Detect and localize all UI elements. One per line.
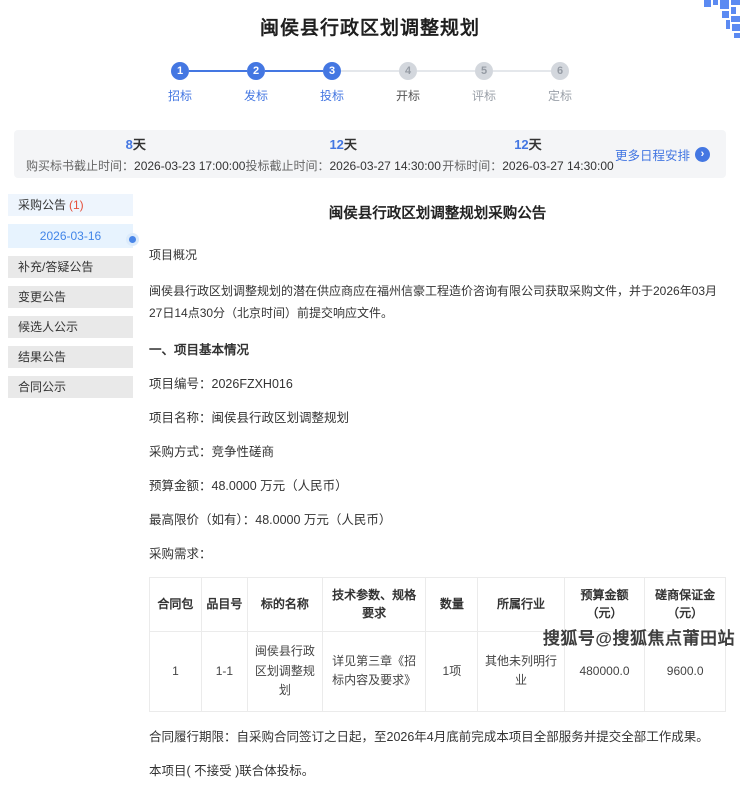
- field-procurement-method: 采购方式：竞争性磋商: [149, 441, 726, 460]
- contract-term-text: 合同履行期限：自采购合同签订之日起，至2026年4月底前完成本项目全部服务并提交…: [149, 726, 726, 745]
- joint-bid-text: 本项目( 不接受 )联合体投标。: [149, 760, 726, 779]
- field-price-ceiling-value: 48.0000 万元（人民币）: [255, 513, 391, 527]
- schedule-open-time: 12天 开标时间：2026-03-27 14:30:00: [441, 134, 615, 174]
- header-tech-specs: 技术参数、规格要求: [322, 577, 426, 631]
- schedule-open-when: 开标时间：2026-03-27 14:30:00: [441, 157, 615, 174]
- chevron-right-circle-icon: ›: [695, 147, 710, 162]
- field-project-number-label: 项目编号：: [149, 377, 212, 391]
- step-4-label: 开标: [396, 87, 420, 104]
- field-budget-amount: 预算金额：48.0000 万元（人民币）: [149, 475, 726, 494]
- schedule-buy-days-unit: 天: [133, 137, 146, 152]
- field-budget-amount-value: 48.0000 万元（人民币）: [212, 479, 348, 493]
- field-project-name: 项目名称：闽侯县行政区划调整规划: [149, 407, 726, 426]
- schedule-bid-days: 12天: [245, 134, 440, 153]
- step-6-circle: 6: [551, 62, 569, 80]
- step-5-label: 评标: [472, 87, 496, 104]
- step-kaibiao: 4 开标: [370, 62, 446, 104]
- cell-contract-package: 1: [150, 631, 202, 711]
- step-1-circle: 1: [171, 62, 189, 80]
- qr-code-icon: [696, 0, 740, 38]
- cell-subject-name: 闽侯县行政区划调整规划: [247, 631, 322, 711]
- more-schedule-label: 更多日程安排: [615, 145, 690, 164]
- step-2-circle: 2: [247, 62, 265, 80]
- header-subject-name: 标的名称: [247, 577, 322, 631]
- schedule-open-days: 12天: [441, 134, 615, 153]
- field-project-number: 项目编号：2026FZXH016: [149, 373, 726, 392]
- sidebar-item-change-notice[interactable]: 变更公告: [8, 286, 133, 308]
- step-toubiao: 3 投标: [294, 62, 370, 104]
- schedule-bid-when: 投标截止时间：2026-03-27 14:30:00: [245, 157, 440, 174]
- step-4-circle: 4: [399, 62, 417, 80]
- schedule-open-label: 开标时间：: [442, 159, 502, 173]
- schedule-buy-days: 8天: [26, 134, 245, 153]
- sidebar-item-contract-publicity[interactable]: 合同公示: [8, 376, 133, 398]
- schedule-buy-days-number: 8: [126, 137, 133, 152]
- announcement-body: 闽侯县行政区划调整规划采购公告 项目概况 闽侯县行政区划调整规划的潜在供应商应在…: [133, 194, 740, 794]
- schedule-bid-days-unit: 天: [344, 137, 357, 152]
- demand-heading: 采购需求：: [149, 543, 726, 562]
- field-project-name-label: 项目名称：: [149, 411, 212, 425]
- step-2-label: 发标: [244, 87, 268, 104]
- page-title: 闽侯县行政区划调整规划: [0, 0, 740, 40]
- announcement-title: 闽侯县行政区划调整规划采购公告: [149, 202, 726, 223]
- step-6-label: 定标: [548, 87, 572, 104]
- schedule-open-time-value: 2026-03-27 14:30:00: [502, 159, 613, 173]
- schedule-bid-days-number: 12: [329, 137, 343, 152]
- step-1-label: 招标: [168, 87, 192, 104]
- content-area: 采购公告(1) 2026-03-16 补充/答疑公告 变更公告 候选人公示 结果…: [0, 194, 740, 794]
- step-zhaobiao: 1 招标: [142, 62, 218, 104]
- sidebar-item-label: 采购公告: [18, 198, 66, 212]
- timeline-dot: [129, 236, 136, 243]
- qr-code-corner-logo: [696, 0, 740, 38]
- field-procurement-method-value: 竞争性磋商: [212, 445, 275, 459]
- schedule-bid-label: 投标截止时间：: [245, 159, 329, 173]
- header-quantity: 数量: [426, 577, 478, 631]
- field-project-name-value: 闽侯县行政区划调整规划: [212, 411, 350, 425]
- step-5-circle: 5: [475, 62, 493, 80]
- overview-heading: 项目概况: [149, 244, 726, 266]
- section1-heading: 一、项目基本情况: [149, 339, 726, 358]
- header-contract-package: 合同包: [150, 577, 202, 631]
- step-3-label: 投标: [320, 87, 344, 104]
- field-project-number-value: 2026FZXH016: [212, 377, 293, 391]
- schedule-open-days-unit: 天: [529, 137, 542, 152]
- header-item-number: 品目号: [201, 577, 247, 631]
- announcement-type-sidebar: 采购公告(1) 2026-03-16 补充/答疑公告 变更公告 候选人公示 结果…: [8, 194, 133, 794]
- cell-item-number: 1-1: [201, 631, 247, 711]
- notice-count-badge: (1): [69, 198, 84, 212]
- schedule-bid-time: 2026-03-27 14:30:00: [329, 159, 440, 173]
- schedule-bar: 8天 购买标书截止时间：2026-03-23 17:00:00 12天 投标截止…: [14, 130, 726, 178]
- cell-quantity: 1项: [426, 631, 478, 711]
- sidebar-item-result-notice[interactable]: 结果公告: [8, 346, 133, 368]
- overview-text: 闽侯县行政区划调整规划的潜在供应商应在福州信豪工程造价咨询有限公司获取采购文件，…: [149, 280, 726, 324]
- process-stepper: 1 招标 2 发标 3 投标 4 开标 5 评标 6 定标: [0, 62, 740, 104]
- step-fabiao: 2 发标: [218, 62, 294, 104]
- sidebar-item-supplement-notice[interactable]: 补充/答疑公告: [8, 256, 133, 278]
- schedule-buy-label: 购买标书截止时间：: [26, 159, 134, 173]
- sidebar-item-candidate-publicity[interactable]: 候选人公示: [8, 316, 133, 338]
- step-dingbiao: 6 定标: [522, 62, 598, 104]
- schedule-buy-time: 2026-03-23 17:00:00: [134, 159, 245, 173]
- field-price-ceiling-label: 最高限价（如有）：: [149, 513, 255, 527]
- cell-tech-specs: 详见第三章《招标内容及要求》: [322, 631, 426, 711]
- field-procurement-method-label: 采购方式：: [149, 445, 212, 459]
- schedule-buy-when: 购买标书截止时间：2026-03-23 17:00:00: [26, 157, 245, 174]
- field-budget-amount-label: 预算金额：: [149, 479, 212, 493]
- schedule-buy-deadline: 8天 购买标书截止时间：2026-03-23 17:00:00: [26, 134, 245, 174]
- sohu-watermark: 搜狐号@搜狐焦点莆田站: [543, 624, 735, 649]
- more-schedule-link[interactable]: 更多日程安排 ›: [615, 145, 714, 164]
- schedule-bid-deadline: 12天 投标截止时间：2026-03-27 14:30:00: [245, 134, 440, 174]
- field-price-ceiling: 最高限价（如有）：48.0000 万元（人民币）: [149, 509, 726, 528]
- sidebar-item-procurement-notice[interactable]: 采购公告(1): [8, 194, 133, 216]
- step-pingbiao: 5 评标: [446, 62, 522, 104]
- sidebar-item-notice-date[interactable]: 2026-03-16: [8, 224, 133, 248]
- schedule-open-days-number: 12: [514, 137, 528, 152]
- step-3-circle: 3: [323, 62, 341, 80]
